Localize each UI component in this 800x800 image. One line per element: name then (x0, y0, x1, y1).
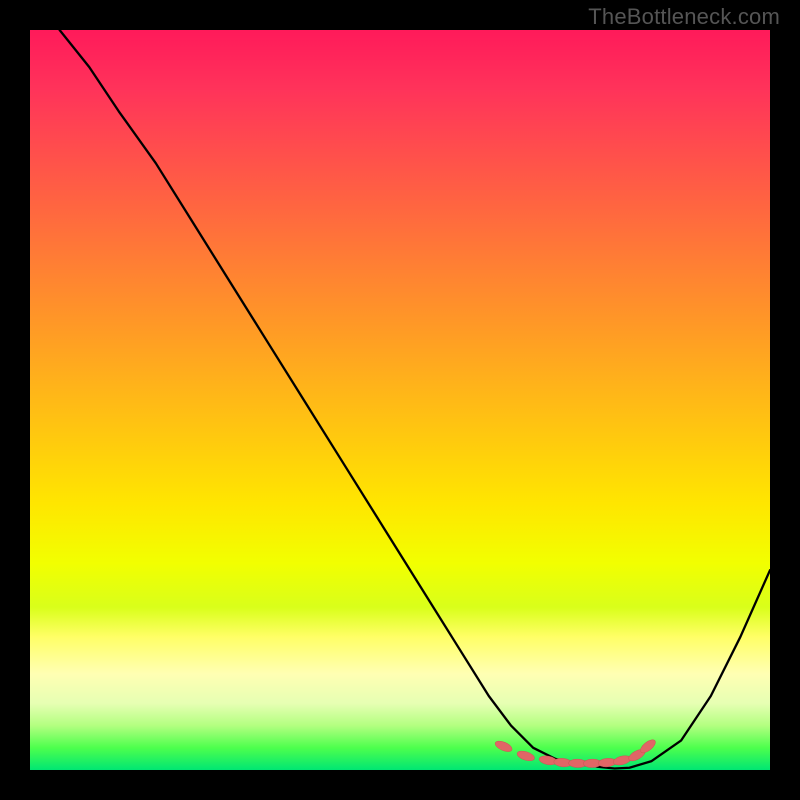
optimal-range-markers (494, 737, 658, 767)
optimal-marker (494, 739, 514, 754)
optimal-marker (612, 754, 631, 767)
optimal-marker (516, 749, 536, 762)
bottleneck-curve-line (60, 30, 770, 769)
watermark-text: TheBottleneck.com (588, 4, 780, 30)
chart-svg (30, 30, 770, 770)
chart-plot-area (30, 30, 770, 770)
